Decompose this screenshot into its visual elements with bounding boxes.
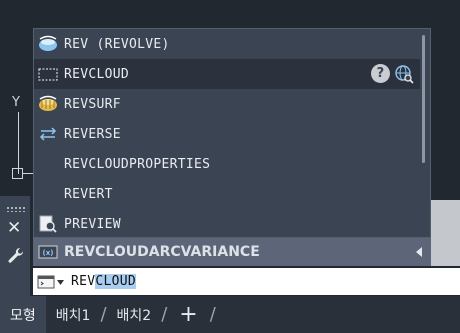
ucs-origin-box — [12, 168, 23, 179]
right-panel-edge — [431, 200, 460, 266]
svg-text:(x): (x) — [43, 249, 54, 257]
list-item-label: REV (REVOLVE) — [64, 36, 170, 52]
globe-search-icon[interactable] — [394, 64, 414, 88]
ucs-y-axis — [18, 112, 19, 174]
list-item[interactable]: REVERSE — [34, 119, 420, 149]
layout-tabs: 모형 배치1 / 배치2 / + / — [0, 296, 460, 333]
tab-layout2[interactable]: 배치2 — [107, 296, 162, 333]
tab-separator: / — [209, 304, 216, 325]
close-icon[interactable]: ✕ — [7, 218, 21, 238]
list-item-label: REVSURF — [64, 96, 121, 112]
list-item-label: REVCLOUD — [64, 66, 130, 82]
reverse-icon — [37, 125, 59, 143]
list-item[interactable]: REV (REVOLVE) — [34, 29, 420, 59]
list-item-label: REVCLOUDPROPERTIES — [64, 156, 211, 172]
list-item-selected[interactable]: REVCLOUD ? — [34, 59, 420, 89]
list-item[interactable]: REVSURF — [34, 89, 420, 119]
scrollbar-thumb[interactable] — [422, 35, 425, 163]
wrench-icon[interactable] — [6, 246, 26, 270]
list-item-label: PREVIEW — [64, 216, 121, 232]
command-prompt-icon[interactable] — [37, 274, 65, 290]
item-actions: ? — [371, 64, 414, 88]
sysvar-suggestion-label: REVCLOUDARCVARIANCE — [64, 244, 260, 260]
revolve-icon — [37, 35, 59, 53]
list-item[interactable]: PREVIEW — [34, 209, 420, 239]
tab-layout1[interactable]: 배치1 — [46, 296, 101, 333]
command-typed-text: REV — [71, 274, 96, 289]
preview-icon — [37, 215, 59, 233]
revsurf-icon — [37, 95, 59, 113]
list-item-label: REVERSE — [64, 126, 121, 142]
ucs-y-label: Y — [12, 95, 20, 110]
add-layout-button[interactable]: + — [167, 302, 209, 327]
command-text: REVCLOUD — [71, 274, 137, 289]
list-item-label: REVERT — [64, 186, 113, 202]
system-variable-icon: (x) — [37, 243, 59, 261]
drag-handle-icon[interactable] — [6, 206, 26, 212]
command-autocomplete-text: CLOUD — [95, 274, 137, 289]
list-item[interactable]: REVCLOUDPROPERTIES — [34, 149, 420, 179]
autocomplete-list: REV (REVOLVE) REVCLOUD ? REVSURF REVERSE… — [33, 28, 431, 238]
help-icon[interactable]: ? — [371, 64, 390, 83]
expand-left-icon[interactable] — [416, 247, 422, 257]
command-input[interactable]: REVCLOUD — [33, 268, 460, 295]
sysvar-suggestion[interactable]: (x) REVCLOUDARCVARIANCE — [33, 238, 431, 266]
revcloud-icon — [37, 65, 59, 83]
list-item[interactable]: REVERT — [34, 179, 420, 209]
tab-model[interactable]: 모형 — [0, 296, 46, 333]
